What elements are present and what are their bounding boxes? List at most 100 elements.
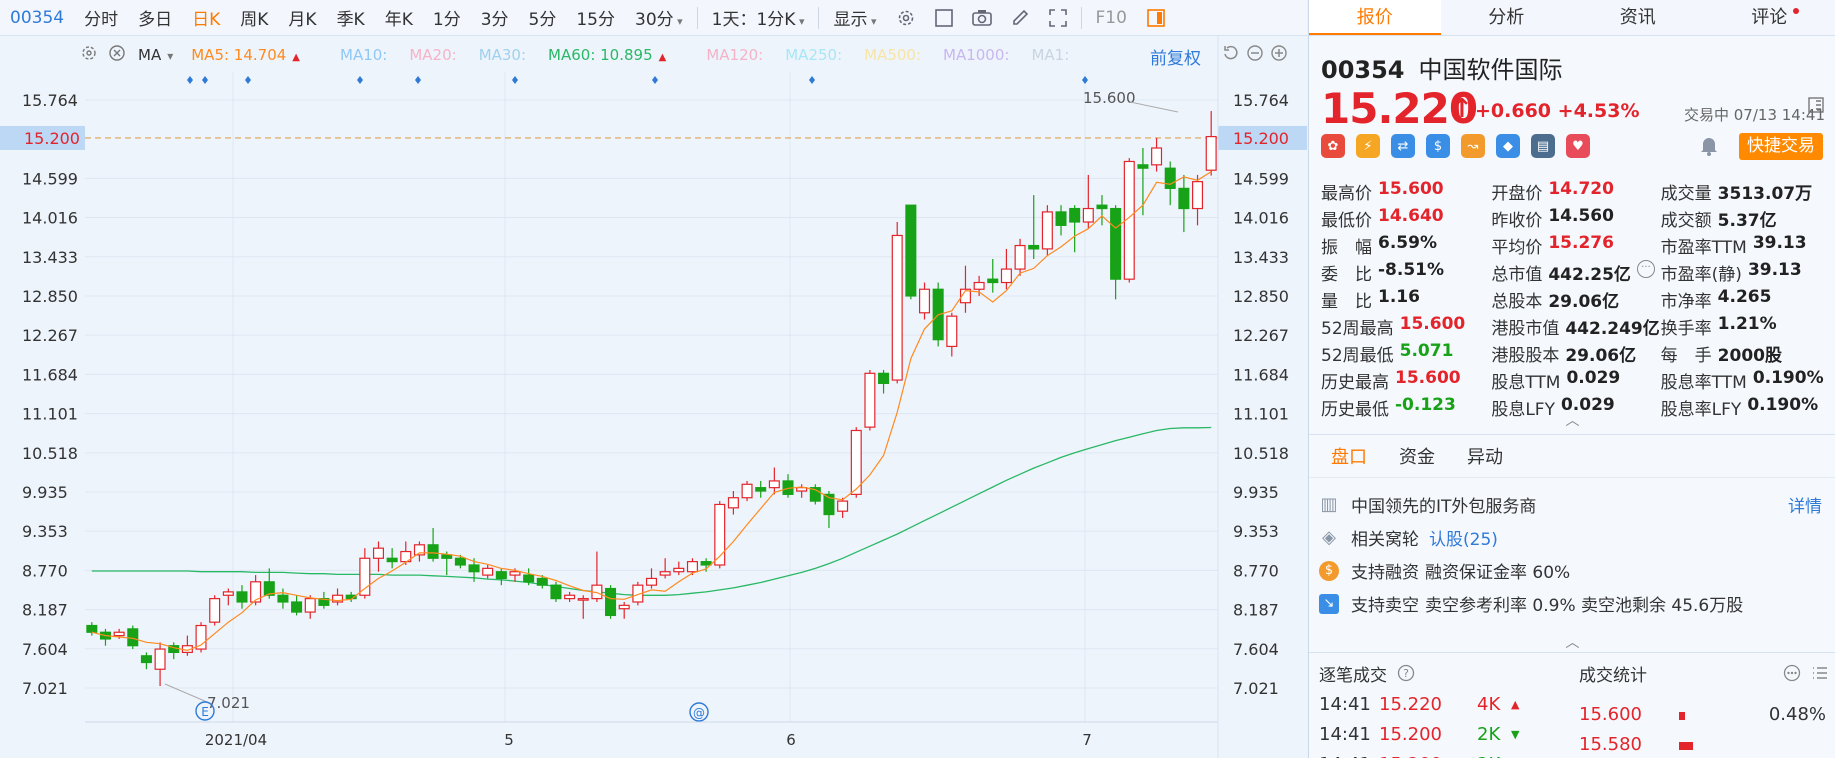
stat-label: 总股本 xyxy=(1491,292,1543,312)
candle-body xyxy=(618,604,630,610)
candle-body xyxy=(1110,207,1122,280)
warrant-link[interactable]: 认股(25) xyxy=(1429,525,1498,550)
candle-body xyxy=(523,574,535,583)
stat-cell: 股息率TTM 0.190% xyxy=(1661,368,1831,393)
stat-value: 0.190% xyxy=(1752,368,1824,388)
stat-label: 振 幅 xyxy=(1321,238,1372,258)
y-axis-label-right: 8.770 xyxy=(1233,561,1279,580)
tab-capital[interactable]: 资金 xyxy=(1399,443,1435,469)
tab-news[interactable]: 资讯 xyxy=(1572,0,1704,35)
stat-value: 29.06亿 xyxy=(1548,292,1620,312)
zoom-in-icon[interactable] xyxy=(1270,44,1288,62)
candle-body xyxy=(1055,211,1067,226)
ma-settings-icon[interactable] xyxy=(80,44,98,66)
help-icon[interactable]: ? xyxy=(1397,664,1415,682)
kline-chart[interactable]: 15.764 15.764 14.599 14.599 14.016 14.016 13.4… xyxy=(0,0,1307,758)
candle-body xyxy=(700,561,712,566)
stock-info-list: ▥ 中国领先的IT外包服务商 详情 ◈ 相关窝轮 认股(25) $ 支持融资 融… xyxy=(1309,488,1835,620)
trade-time: 14:41 xyxy=(1319,723,1371,745)
bell-icon[interactable] xyxy=(1697,134,1721,158)
stats-row: 委 比 -8.51% 总市值 442.25亿 ··· 市盈率(静) 39.13 xyxy=(1321,259,1831,286)
trade-time: 14:41 xyxy=(1319,693,1371,715)
flash-icon[interactable]: ⚡ xyxy=(1356,134,1380,158)
candle-body xyxy=(564,594,576,600)
y-axis-label-right: 14.016 xyxy=(1233,209,1289,228)
zoom-out-icon[interactable] xyxy=(1246,44,1264,62)
ma-item: MA500: xyxy=(864,46,922,64)
volume-bar xyxy=(1679,741,1693,750)
collapse-chevron-icon[interactable]: ︿ xyxy=(1309,632,1835,652)
stat-value: 14.560 xyxy=(1548,206,1614,226)
stat-label: 开盘价 xyxy=(1491,184,1543,204)
plot-area xyxy=(85,72,1218,722)
quote-tabs: 报价 分析 资讯 评论 xyxy=(1309,0,1835,36)
candle-body xyxy=(946,315,958,348)
high-annotation: 15.600 xyxy=(1083,89,1136,107)
stat-label: 市盈率(静) xyxy=(1660,265,1742,285)
detail-link[interactable]: 详情 xyxy=(1788,492,1822,517)
candle-body xyxy=(755,487,767,492)
quick-trade-button[interactable]: 快捷交易 xyxy=(1739,133,1823,160)
chart-panel: 00354 分时 多日 日K 周K 月K 季K 年K 1分 3分 5分 15分 … xyxy=(0,0,1307,758)
y-axis-label-right: 9.353 xyxy=(1233,522,1279,541)
collapse-chevron-icon[interactable]: ︿ xyxy=(1309,410,1835,430)
candle-body xyxy=(1000,268,1012,284)
trade-time: 14:41 xyxy=(1319,754,1379,758)
chevron-down-icon: ▾ xyxy=(167,49,174,63)
tab-order-book[interactable]: 盘口 xyxy=(1331,443,1367,469)
ma-select[interactable]: MA ▾ xyxy=(138,46,173,64)
candle-body xyxy=(86,624,98,633)
candle-body xyxy=(1205,135,1217,171)
warrant-label: 相关窝轮 xyxy=(1351,530,1419,550)
hk-flower-icon[interactable]: ✿ xyxy=(1321,134,1345,158)
stat-label: 港股市值 xyxy=(1491,319,1560,339)
volume-bar-track xyxy=(1679,734,1735,755)
candle-body xyxy=(659,571,671,576)
heart-icon[interactable]: ♥ xyxy=(1566,134,1590,158)
candle-body xyxy=(1192,181,1204,210)
stat-cell: 最高价 15.600 xyxy=(1321,179,1491,204)
stat-cell: 昨收价 14.560 xyxy=(1491,206,1660,231)
more-options-icon[interactable] xyxy=(1783,664,1801,682)
adjust-mode-button[interactable]: 前复权 xyxy=(1150,44,1201,69)
stats-row: 最低价 14.640 昨收价 14.560 成交额 5.37亿 xyxy=(1321,205,1831,232)
tag-icon[interactable]: ◆ xyxy=(1496,134,1520,158)
tab-comments[interactable]: 评论 xyxy=(1704,0,1835,35)
candle-body xyxy=(1151,147,1163,166)
trend-icon[interactable]: ↝ xyxy=(1461,134,1485,158)
unread-dot xyxy=(1793,8,1799,14)
trade-volume: 2K xyxy=(1477,754,1511,758)
tab-analysis[interactable]: 分析 xyxy=(1441,0,1573,35)
x-axis-label: 5 xyxy=(504,731,514,749)
candle-body xyxy=(1069,207,1081,223)
shuffle-icon[interactable]: ⇄ xyxy=(1391,134,1415,158)
more-circle-icon[interactable]: ··· xyxy=(1636,260,1655,278)
feature-icon-row: ✿ ⚡ ⇄ $ ↝ ◆ ▤ ♥ xyxy=(1321,134,1601,158)
stat-label: 成交量 xyxy=(1660,184,1712,204)
bookmark-icon[interactable]: ▤ xyxy=(1531,134,1555,158)
tab-comments-label: 评论 xyxy=(1751,7,1788,28)
ma-close-icon[interactable] xyxy=(108,44,126,66)
down-triangle-icon: ▼ xyxy=(1511,727,1520,741)
tab-quote[interactable]: 报价 xyxy=(1309,0,1441,35)
stat-label: 市净率 xyxy=(1660,292,1712,312)
candle-body xyxy=(277,594,289,603)
y-axis-label-right: 11.101 xyxy=(1233,405,1289,424)
stat-value: 15.600 xyxy=(1395,368,1461,388)
trade-row: 14:4115.2002K▼ xyxy=(1319,749,1539,758)
dollar-icon[interactable]: $ xyxy=(1426,134,1450,158)
tick-trades-title: 逐笔成交 xyxy=(1319,665,1387,686)
stat-label: 换手率 xyxy=(1660,319,1712,339)
list-view-icon[interactable] xyxy=(1811,664,1829,682)
stat-cell: 量 比 1.16 xyxy=(1321,287,1491,312)
stat-value: 1.21% xyxy=(1717,314,1777,334)
stat-label: 最低价 xyxy=(1321,211,1372,231)
candle-body xyxy=(1178,187,1190,210)
candle-body xyxy=(509,571,521,576)
x-axis-label: 6 xyxy=(786,731,796,749)
candle-body xyxy=(550,584,562,600)
undo-icon[interactable] xyxy=(1222,44,1240,62)
tab-movement[interactable]: 异动 xyxy=(1467,443,1503,469)
earnings-marker-label: E xyxy=(201,705,209,719)
ma-item: MA250: xyxy=(785,46,843,64)
